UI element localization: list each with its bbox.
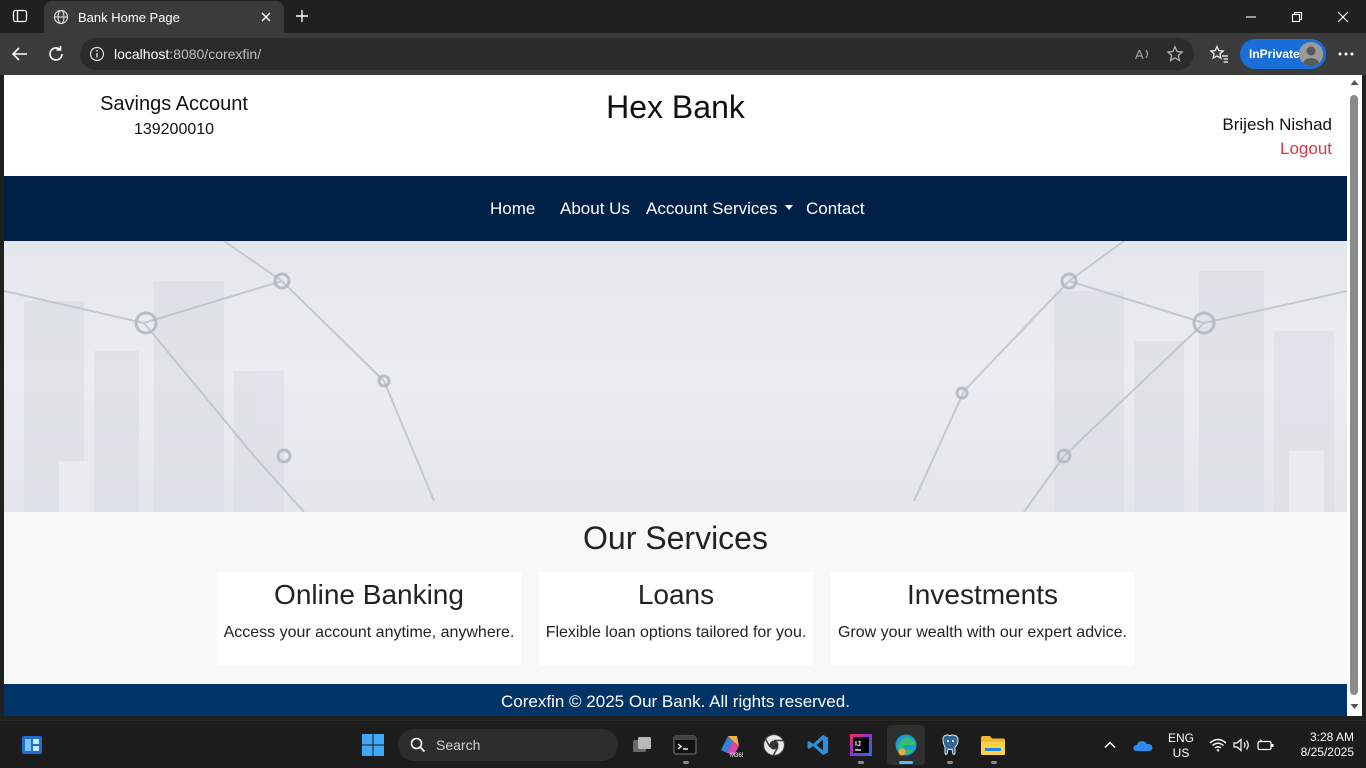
wifi-icon[interactable] [1208, 729, 1228, 761]
service-card-title: Loans [637, 579, 715, 610]
chevron-up-icon[interactable] [1098, 729, 1122, 761]
dropdown-caret-icon [785, 205, 794, 211]
refresh-icon[interactable] [42, 40, 70, 68]
language-indicator[interactable]: ENG US [1164, 731, 1198, 761]
running-indicator [858, 761, 864, 764]
url-host: localhost [114, 46, 170, 62]
intellij-icon[interactable]: IJ [845, 729, 877, 761]
search-icon [410, 737, 426, 753]
running-indicator [683, 761, 689, 764]
clock-date: 8/25/2025 [1300, 745, 1354, 759]
edge-icon[interactable] [890, 729, 922, 761]
nav-home[interactable]: Home [490, 199, 535, 219]
page-viewport: Savings Account 139200010 Hex Bank Brije… [4, 75, 1347, 716]
user-name: Brijesh Nishad [1222, 115, 1332, 134]
read-aloud-icon[interactable]: A [1132, 43, 1154, 65]
inprivate-badge[interactable]: InPrivate [1240, 39, 1326, 69]
bank-name: Hex Bank [606, 89, 745, 125]
service-card-title: Investments [907, 579, 1058, 610]
battery-icon[interactable] [1256, 729, 1276, 761]
main-nav: Home About Us Account Services Contact [4, 176, 1347, 241]
language-line-1: ENG [1167, 731, 1194, 745]
onedrive-icon[interactable] [1130, 729, 1156, 761]
site-footer: Corexfin © 2025 Our Bank. All rights res… [4, 684, 1347, 716]
new-tab-icon[interactable] [290, 4, 314, 28]
service-card-desc: Access your account anytime, anywhere. [223, 624, 515, 641]
vscode-icon[interactable] [802, 729, 834, 761]
scroll-down-arrow-icon[interactable] [1350, 702, 1359, 711]
scrollbar-thumb[interactable] [1350, 95, 1358, 695]
services-section: Our Services Online Banking Access your … [4, 512, 1347, 684]
service-card-title: Online Banking [274, 579, 464, 610]
service-card-online-banking: Online Banking Access your account anyti… [217, 572, 521, 666]
browser-toolbar: localhost:8080/corexfin/ A InPrivate [0, 33, 1366, 75]
nav-contact[interactable]: Contact [806, 199, 865, 219]
favorite-star-icon[interactable] [1164, 43, 1186, 65]
url-text: localhost:8080/corexfin/ [114, 46, 261, 62]
service-card-desc: Grow your wealth with our expert advice. [837, 624, 1127, 641]
window-close-icon[interactable] [1320, 0, 1366, 33]
postgres-icon[interactable] [934, 729, 966, 761]
nav-account-services-label: Account Services [646, 199, 778, 218]
svg-text:A: A [1135, 47, 1144, 62]
service-card-investments: Investments Grow your wealth with our ex… [831, 572, 1134, 666]
more-menu-icon[interactable] [1332, 40, 1360, 68]
favorites-icon[interactable] [1205, 40, 1233, 68]
globe-icon [52, 8, 70, 26]
restore-icon[interactable] [1274, 0, 1320, 33]
clock-time: 3:28 AM [1309, 730, 1354, 744]
service-card-loans: Loans Flexible loan options tailored for… [539, 572, 813, 666]
svg-text:M365: M365 [730, 753, 743, 758]
back-arrow-icon[interactable] [6, 40, 34, 68]
footer-text: Corexfin © 2025 Our Bank. All rights res… [501, 692, 850, 711]
profile-avatar [1299, 42, 1323, 66]
service-card-desc: Flexible loan options tailored for you. [545, 624, 807, 641]
running-indicator [947, 761, 953, 764]
page-scrollbar[interactable] [1347, 75, 1362, 716]
file-explorer-icon[interactable] [977, 729, 1009, 761]
site-header: Savings Account 139200010 Hex Bank Brije… [4, 75, 1347, 176]
task-view-icon[interactable] [626, 729, 658, 761]
start-icon[interactable] [357, 729, 389, 761]
logout-link[interactable]: Logout [1280, 139, 1332, 159]
address-bar[interactable]: localhost:8080/corexfin/ A [80, 38, 1194, 70]
taskbar: Search M365 IJ ENG US [0, 720, 1366, 768]
services-title: Our Services [583, 520, 768, 556]
active-running-indicator [899, 761, 913, 764]
scroll-up-arrow-icon[interactable] [1350, 78, 1359, 87]
tab-title: Bank Home Page [78, 9, 180, 25]
search-label: Search [436, 737, 481, 753]
close-tab-icon[interactable] [254, 5, 278, 29]
svg-text:IJ: IJ [855, 741, 861, 748]
tab-actions-icon[interactable] [8, 4, 32, 28]
browser-tab[interactable]: Bank Home Page [44, 1, 284, 33]
nav-about-us[interactable]: About Us [560, 199, 630, 219]
clock[interactable]: 3:28 AM 8/25/2025 [1282, 730, 1354, 760]
volume-icon[interactable] [1232, 729, 1252, 761]
inprivate-label: InPrivate [1249, 47, 1300, 61]
terminal-icon[interactable] [669, 729, 701, 761]
running-indicator [991, 761, 997, 764]
site-info-icon[interactable] [88, 45, 106, 63]
url-path: :8080/corexfin/ [169, 46, 262, 62]
m365-icon[interactable]: M365 [714, 729, 746, 761]
hero-banner [4, 241, 1347, 512]
browser-tabbar: Bank Home Page [0, 0, 1366, 33]
nav-account-services[interactable]: Account Services [646, 199, 794, 219]
minimize-icon[interactable] [1228, 0, 1274, 33]
chromium-app-icon[interactable] [758, 729, 790, 761]
hero-background-graphic [4, 241, 1347, 512]
language-line-2: US [1172, 746, 1190, 760]
widgets-icon[interactable] [16, 729, 48, 761]
taskbar-search[interactable]: Search [398, 729, 618, 761]
